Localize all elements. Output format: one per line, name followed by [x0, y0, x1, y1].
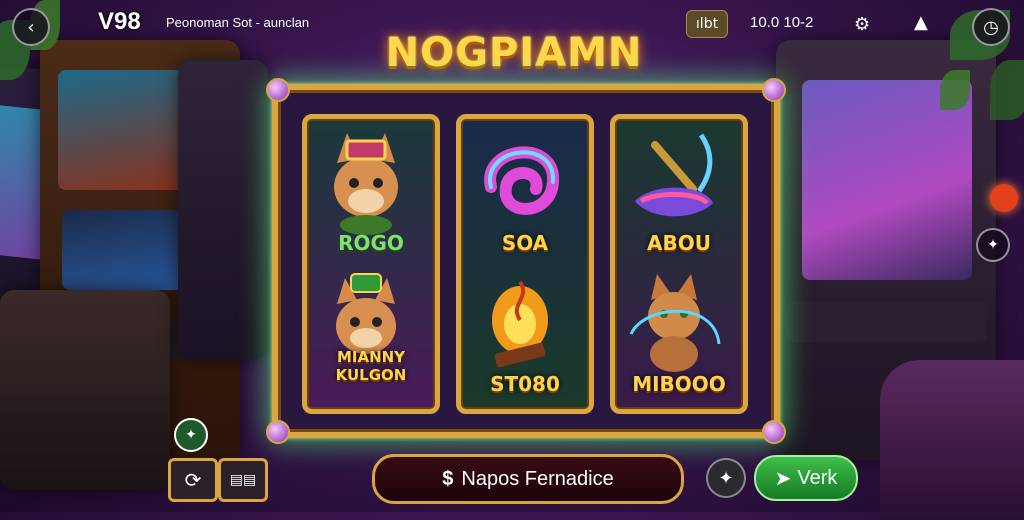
cat-icon — [629, 274, 721, 372]
reel-3-top-label: ABOU — [647, 231, 711, 255]
refresh-button[interactable]: ⟳ — [168, 458, 218, 502]
share-button[interactable]: ✦ — [976, 228, 1010, 262]
verk-button[interactable]: ➤ Verk — [754, 455, 858, 501]
reel-1-top-symbol: ROGO — [307, 119, 435, 264]
magic-swirl-icon — [484, 146, 559, 215]
refresh-icon: ⟳ — [184, 468, 202, 492]
paytable-icon: ▤▤ — [229, 472, 257, 488]
leaf-icon: ✦ — [185, 427, 197, 443]
reel-3-bottom-label: MIBOOO — [632, 372, 726, 396]
fox-king-icon — [334, 133, 398, 235]
dollar-icon: $ — [442, 467, 454, 490]
share-icon: ✦ — [987, 237, 999, 253]
reel-2-top-label: SOA — [501, 231, 549, 255]
frame-gem-tl — [266, 78, 290, 102]
reel-3-top-symbol: ABOU — [615, 119, 743, 264]
reel-3-bottom-symbol: MIBOOO — [615, 264, 743, 409]
reel-2-bottom-symbol: ST080 — [461, 264, 589, 409]
arcade-cabinet-left-console — [0, 290, 170, 490]
frame-gem-br — [762, 420, 786, 444]
main-action-button[interactable]: $ Napos Fernadice — [372, 454, 684, 504]
main-action-label: Napos Fernadice — [461, 467, 614, 490]
reel-1-top-label: ROGO — [338, 231, 404, 255]
reel-2-top-symbol: SOA — [461, 119, 589, 264]
play-icon: ➤ — [774, 467, 792, 490]
clock-icon: ◷ — [983, 16, 999, 38]
auto-spin-button[interactable]: ✦ — [174, 418, 208, 452]
frame-gem-tr — [762, 78, 786, 102]
frame-gem-bl — [266, 420, 290, 444]
game-subtitle: Peonoman Sot - aunclan — [166, 15, 310, 30]
sparkle-icon: ✦ — [718, 467, 734, 489]
settings-icon[interactable]: ⚙ — [854, 14, 870, 35]
chevron-left-icon: ‹ — [27, 16, 35, 38]
verk-label: Verk — [797, 466, 838, 489]
timer-button[interactable]: ◷ — [972, 8, 1010, 46]
reels-frame: ROGO MIANNY KULGON SOA ST080 ABOU MIBOOO — [266, 78, 786, 444]
stats-readout: 10.0 10-2 — [750, 14, 814, 31]
reel-1-bottom-label: MIANNY KULGON — [335, 348, 407, 384]
reel-1: ROGO MIANNY KULGON — [302, 114, 440, 414]
back-button[interactable]: ‹ — [12, 8, 50, 46]
armchair — [880, 360, 1024, 520]
reel-2-bottom-label: ST080 — [490, 372, 560, 396]
bonus-button[interactable] — [990, 184, 1018, 212]
add-button[interactable]: ✦ — [706, 458, 746, 498]
game-title: NOGPIAMN — [385, 30, 643, 76]
magic-wand-icon — [635, 133, 713, 217]
sound-icon[interactable]: ▲ — [914, 12, 928, 33]
signal-badge: ılbt — [686, 10, 728, 38]
paytable-button[interactable]: ▤▤ — [218, 458, 268, 502]
signal-badge-label: ılbt — [695, 16, 719, 32]
reel-2: SOA ST080 — [456, 114, 594, 414]
reel-3: ABOU MIBOOO — [610, 114, 748, 414]
arcade-cabinet-center-left — [178, 60, 268, 360]
fire-orb-icon — [492, 280, 548, 368]
reel-1-bottom-symbol: MIANNY KULGON — [307, 264, 435, 409]
brand-logo: V98 — [98, 8, 141, 35]
